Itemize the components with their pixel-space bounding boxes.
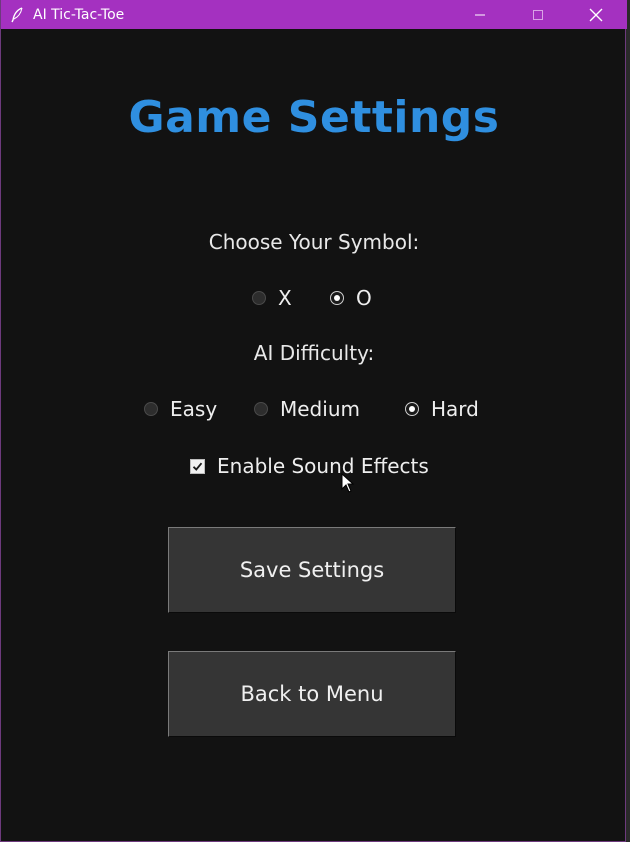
close-icon [589, 8, 603, 21]
minimize-button[interactable] [451, 0, 509, 29]
difficulty-option-hard[interactable]: Hard [405, 397, 479, 421]
radio-unchecked-icon [252, 291, 266, 305]
radio-checked-icon [405, 402, 419, 416]
checkmark-icon [190, 458, 205, 474]
radio-unchecked-icon [144, 402, 158, 416]
symbol-label: Choose Your Symbol: [208, 230, 420, 254]
radio-unchecked-icon [254, 402, 268, 416]
maximize-button[interactable] [509, 0, 567, 29]
feather-icon [9, 6, 25, 23]
symbol-option-label: O [356, 286, 372, 310]
page-title: Game Settings [128, 92, 500, 143]
difficulty-option-medium[interactable]: Medium [254, 397, 360, 421]
title-bar[interactable]: AI Tic-Tac-Toe [1, 0, 627, 29]
difficulty-option-label: Hard [431, 397, 479, 421]
sound-effects-label: Enable Sound Effects [217, 454, 429, 478]
symbol-option-label: X [278, 286, 292, 310]
mouse-cursor-icon [341, 472, 355, 497]
difficulty-option-easy[interactable]: Easy [144, 397, 217, 421]
close-button[interactable] [567, 0, 625, 29]
maximize-icon [533, 9, 543, 20]
back-to-menu-button[interactable]: Back to Menu [168, 651, 456, 737]
window-title: AI Tic-Tac-Toe [33, 6, 125, 23]
difficulty-option-label: Medium [280, 397, 360, 421]
symbol-option-x[interactable]: X [252, 286, 292, 310]
save-settings-button[interactable]: Save Settings [168, 527, 456, 613]
radio-checked-icon [330, 291, 344, 305]
app-window: AI Tic-Tac-Toe Game Settings Choose Your… [0, 0, 627, 842]
difficulty-label: AI Difficulty: [253, 341, 375, 365]
difficulty-option-label: Easy [170, 397, 218, 421]
sound-effects-checkbox[interactable]: Enable Sound Effects [190, 454, 429, 478]
minimize-icon [475, 14, 485, 15]
symbol-option-o[interactable]: O [330, 286, 372, 310]
